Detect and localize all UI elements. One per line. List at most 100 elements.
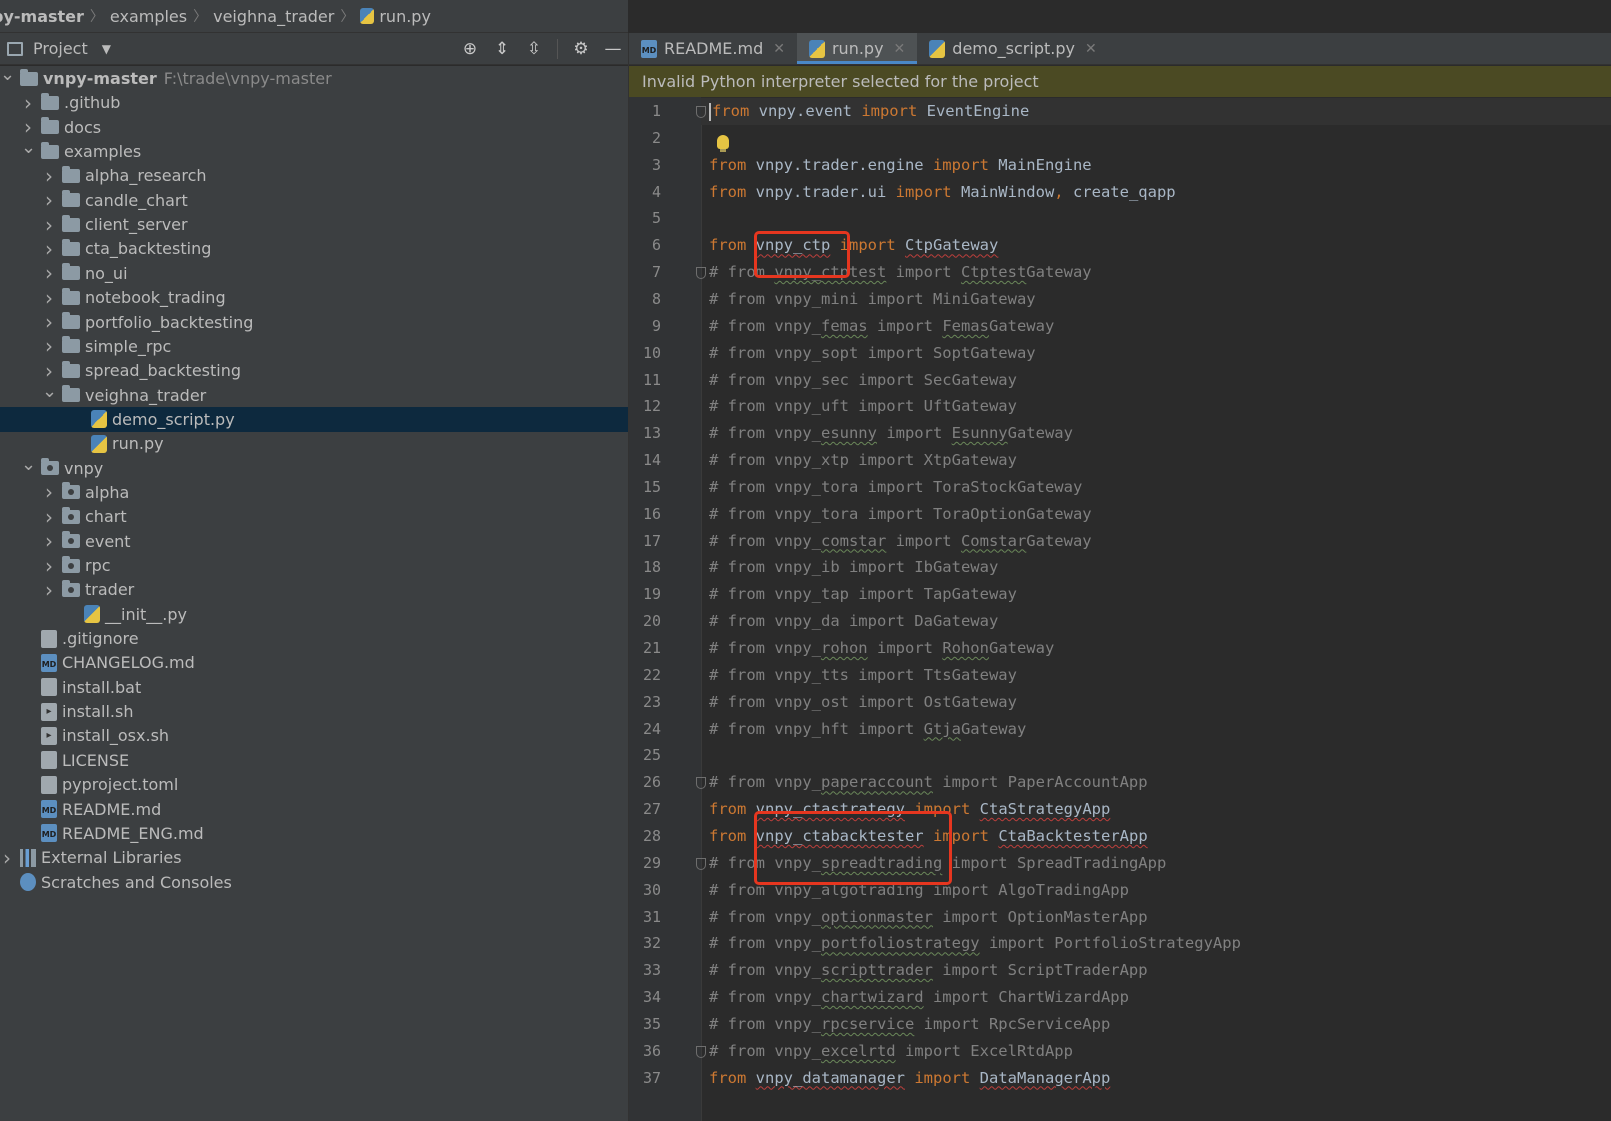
- chevron-right-icon[interactable]: ›: [21, 115, 35, 139]
- fold-marker-icon[interactable]: [696, 857, 706, 870]
- code-line[interactable]: # from vnpy_scripttrader import ScriptTr…: [709, 957, 1148, 984]
- locate-icon[interactable]: ⊕: [461, 39, 479, 59]
- chevron-right-icon[interactable]: ›: [42, 237, 56, 261]
- tree-item[interactable]: › trader: [0, 577, 628, 602]
- tree-item[interactable]: MD CHANGELOG.md: [0, 650, 628, 675]
- interpreter-warning-banner[interactable]: Invalid Python interpreter selected for …: [629, 66, 1611, 97]
- chevron-right-icon[interactable]: ›: [42, 164, 56, 188]
- tree-item[interactable]: MD README_ENG.md: [0, 821, 628, 846]
- editor-tab[interactable]: MD README.md ✕: [629, 33, 797, 64]
- code-line[interactable]: # from vnpy_ib import IbGateway: [709, 554, 998, 581]
- close-icon[interactable]: ✕: [894, 41, 906, 57]
- tree-item[interactable]: › client_server: [0, 212, 628, 237]
- code-line[interactable]: from vnpy_ctp import CtpGateway: [709, 232, 998, 259]
- chevron-right-icon[interactable]: ›: [0, 846, 14, 870]
- chevron-right-icon[interactable]: ›: [42, 359, 56, 383]
- breadcrumb-item[interactable]: veighna_trader: [213, 7, 334, 26]
- code-line[interactable]: # from vnpy_mini import MiniGateway: [709, 286, 1036, 313]
- chevron-right-icon[interactable]: ›: [42, 529, 56, 553]
- tree-item[interactable]: › portfolio_backtesting: [0, 310, 628, 335]
- minimize-icon[interactable]: —: [604, 39, 622, 59]
- breadcrumb-item[interactable]: py-master: [0, 7, 84, 26]
- tree-item[interactable]: › cta_backtesting: [0, 236, 628, 261]
- chevron-right-icon[interactable]: ›: [42, 554, 56, 578]
- lightbulb-icon[interactable]: [717, 135, 729, 152]
- tree-item[interactable]: run.py: [0, 431, 628, 456]
- chevron-right-icon[interactable]: ›: [42, 334, 56, 358]
- tree-item[interactable]: ⌄ veighna_trader: [0, 381, 628, 408]
- tree-item[interactable]: › event: [0, 529, 628, 554]
- code-line[interactable]: # from vnpy_tts import TtsGateway: [709, 662, 1017, 689]
- breadcrumb-item[interactable]: examples: [110, 7, 187, 26]
- chevron-right-icon[interactable]: ›: [42, 213, 56, 237]
- code-line[interactable]: from vnpy.event import EventEngine: [701, 98, 1611, 125]
- tree-item[interactable]: › spread_backtesting: [0, 358, 628, 383]
- code-line[interactable]: # from vnpy_sec import SecGateway: [709, 367, 1017, 394]
- tree-item[interactable]: › no_ui: [0, 261, 628, 286]
- chevron-down-icon[interactable]: ⌄: [21, 137, 36, 158]
- code-line[interactable]: # from vnpy_sopt import SoptGateway: [709, 340, 1036, 367]
- tree-item[interactable]: › .github: [0, 90, 628, 115]
- tree-item[interactable]: › chart: [0, 504, 628, 529]
- code-line[interactable]: from vnpy.trader.ui import MainWindow, c…: [709, 179, 1176, 206]
- code-line[interactable]: # from vnpy_ost import OstGateway: [709, 689, 1017, 716]
- chevron-right-icon[interactable]: ›: [42, 286, 56, 310]
- tree-item[interactable]: LICENSE: [0, 748, 628, 773]
- editor-tab[interactable]: demo_script.py ✕: [917, 33, 1108, 64]
- project-panel-title[interactable]: Project: [33, 39, 88, 58]
- code-line[interactable]: # from vnpy_uft import UftGateway: [709, 393, 1017, 420]
- code-line[interactable]: # from vnpy_paperaccount import PaperAcc…: [709, 769, 1148, 796]
- chevron-right-icon[interactable]: ›: [42, 188, 56, 212]
- fold-marker-icon[interactable]: [696, 777, 706, 790]
- chevron-down-icon[interactable]: ⌄: [21, 454, 36, 475]
- chevron-down-icon[interactable]: ▼: [102, 42, 111, 56]
- tree-item[interactable]: ⌄ examples: [0, 137, 628, 164]
- close-icon[interactable]: ✕: [773, 41, 785, 57]
- tree-item[interactable]: ▸ install.sh: [0, 699, 628, 724]
- tree-item[interactable]: __init__.py: [0, 602, 628, 627]
- collapse-all-icon[interactable]: ⇳: [525, 39, 543, 59]
- code-line[interactable]: # from vnpy_da import DaGateway: [709, 608, 998, 635]
- chevron-right-icon[interactable]: ›: [42, 261, 56, 285]
- code-line[interactable]: # from vnpy_rohon import RohonGateway: [709, 635, 1054, 662]
- fold-marker-icon[interactable]: [696, 106, 706, 118]
- line-number-gutter[interactable]: 1 2 3 4 5 6 7 8 9 10 11 12 13 14 15 16 17 18 19 20 21 22 23 24 2…: [629, 97, 701, 1121]
- editor-tab[interactable]: run.py ✕: [796, 33, 918, 64]
- tree-item[interactable]: › External Libraries: [0, 845, 628, 870]
- code-line[interactable]: # from vnpy_esunny import EsunnyGateway: [709, 420, 1073, 447]
- tree-item[interactable]: .gitignore: [0, 626, 628, 651]
- chevron-right-icon[interactable]: ›: [42, 310, 56, 334]
- tree-item[interactable]: install.bat: [0, 675, 628, 700]
- code-line[interactable]: # from vnpy_tora import ToraOptionGatewa…: [709, 501, 1092, 528]
- code-line[interactable]: # from vnpy_optionmaster import OptionMa…: [709, 904, 1148, 931]
- tree-item[interactable]: ⌄ vnpy-master F:\trade\vnpy-master: [0, 64, 628, 91]
- breadcrumb-item[interactable]: run.py: [379, 7, 431, 26]
- code-line[interactable]: from vnpy_datamanager import DataManager…: [709, 1065, 1110, 1092]
- tree-item[interactable]: › candle_chart: [0, 188, 628, 213]
- tree-item[interactable]: › docs: [0, 115, 628, 140]
- chevron-right-icon[interactable]: ›: [42, 480, 56, 504]
- project-tree[interactable]: ⌄ vnpy-master F:\trade\vnpy-master › .github…: [0, 64, 628, 1121]
- tree-item[interactable]: MD README.md: [0, 797, 628, 822]
- chevron-down-icon[interactable]: ⌄: [42, 381, 57, 402]
- close-icon[interactable]: ✕: [1085, 41, 1097, 57]
- tree-item[interactable]: › alpha: [0, 480, 628, 505]
- tree-item[interactable]: › simple_rpc: [0, 334, 628, 359]
- tree-item[interactable]: › notebook_trading: [0, 285, 628, 310]
- chevron-down-icon[interactable]: ⌄: [0, 64, 15, 85]
- code-line[interactable]: # from vnpy_tap import TapGateway: [709, 581, 1017, 608]
- chevron-right-icon[interactable]: ›: [42, 578, 56, 602]
- expand-all-icon[interactable]: ⇕: [493, 39, 511, 59]
- chevron-right-icon[interactable]: ›: [21, 91, 35, 115]
- gear-icon[interactable]: ⚙: [572, 39, 590, 59]
- code-line[interactable]: # from vnpy_chartwizard import ChartWiza…: [709, 984, 1129, 1011]
- tree-item[interactable]: ⌄ vnpy: [0, 454, 628, 481]
- fold-marker-icon[interactable]: [696, 267, 706, 280]
- code-line[interactable]: # from vnpy_excelrtd import ExcelRtdApp: [709, 1038, 1073, 1065]
- code-line[interactable]: from vnpy.trader.engine import MainEngin…: [709, 152, 1092, 179]
- tree-item[interactable]: demo_script.py: [0, 406, 628, 432]
- code-line[interactable]: # from vnpy_tora import ToraStockGateway: [709, 474, 1082, 501]
- tree-item[interactable]: › rpc: [0, 553, 628, 578]
- code-line[interactable]: # from vnpy_femas import FemasGateway: [709, 313, 1054, 340]
- fold-marker-icon[interactable]: [696, 1045, 706, 1058]
